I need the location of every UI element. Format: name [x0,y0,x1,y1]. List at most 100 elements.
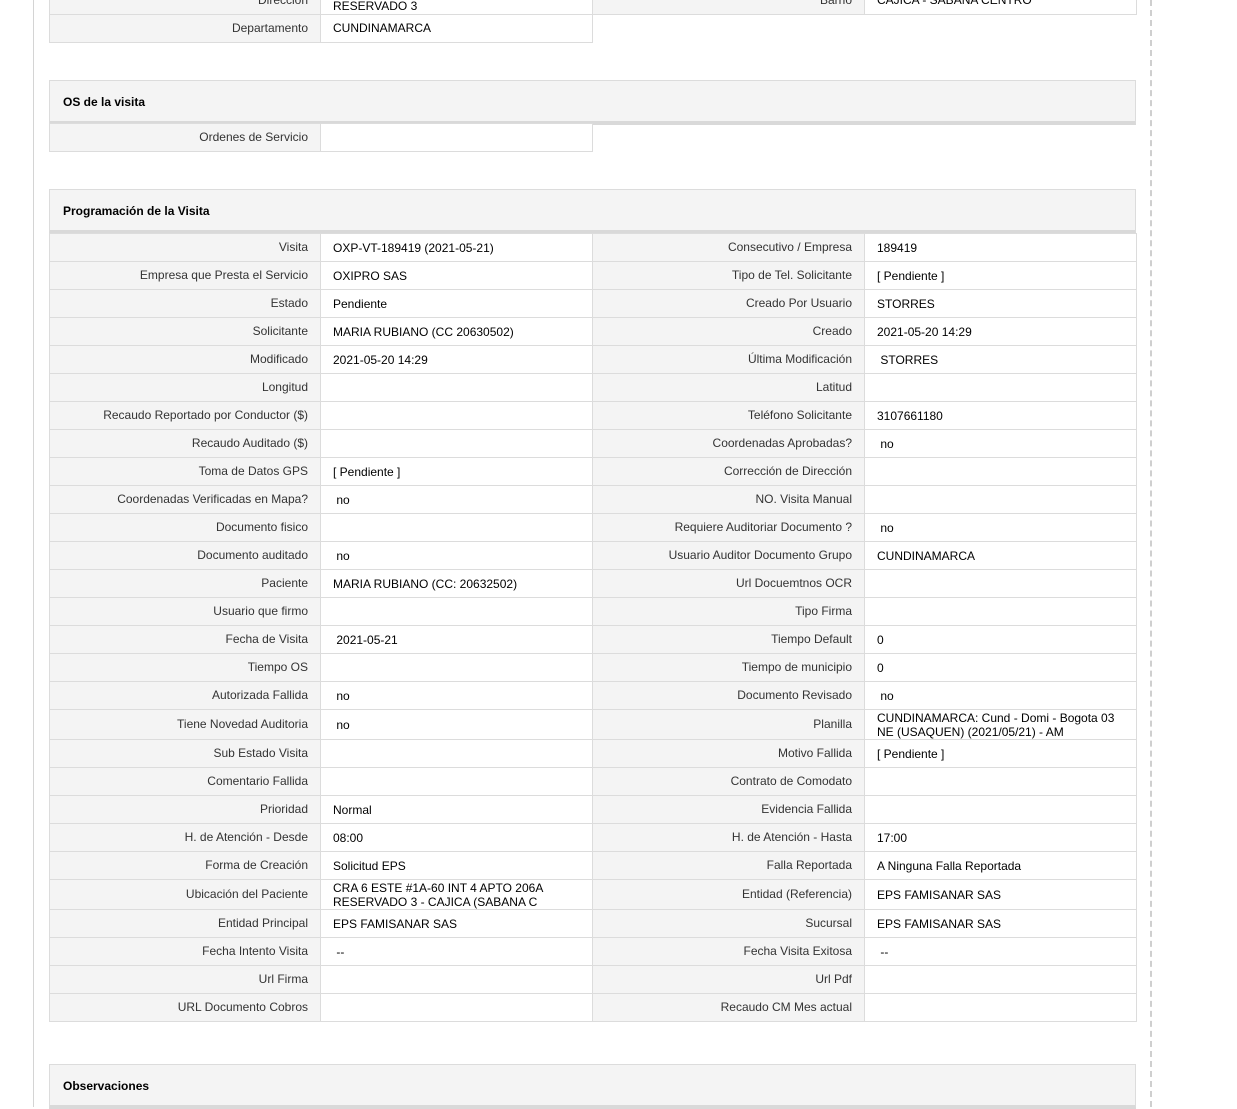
field-value: [ Pendiente ] [864,261,1137,290]
field-label: Sucursal [592,909,865,938]
field-value [320,401,593,430]
field-label: Tiempo de municipio [592,653,865,682]
field-label: Departamento [49,14,321,43]
field-value: CAJICA - SABANA CENTRO [864,0,1137,15]
field-value [320,597,593,626]
table-row: Url Firma Url Pdf [49,965,1137,994]
field-value: Pendiente [320,289,593,318]
field-label: Documento auditado [49,541,321,570]
field-label: URL Documento Cobros [49,993,321,1022]
table-row: Solicitante MARIA RUBIANO (CC 20630502) Cr… [49,317,1137,346]
content-left-border [33,0,34,1107]
field-value [864,457,1137,486]
field-value [864,767,1137,796]
table-row: Toma de Datos GPS[ Pendiente ] Corrección… [49,457,1137,486]
table-row: Estado Pendiente Creado Por Usuario STORRES [49,289,1137,318]
field-label: Empresa que Presta el Servicio [49,261,321,290]
field-label: Dirección [49,0,321,15]
os-table: Ordenes de Servicio [49,123,1137,152]
field-label: Contrato de Comodato [592,767,865,796]
field-label: Longitud [49,373,321,402]
table-row: Fecha de Visita 2021-05-21 Tiempo Default… [49,625,1137,654]
field-label: Ubicación del Paciente [49,879,321,910]
address-table: Dirección RESERVADO 3 Barrio CAJICA - SA… [49,0,1137,43]
field-value: no [320,681,593,710]
field-label: Sub Estado Visita [49,739,321,768]
field-value: Normal [320,795,593,824]
field-value: CUNDINAMARCA [320,14,593,43]
table-row: Entidad Principal EPS FAMISANAR SAS Sucurs… [49,909,1137,938]
field-value: STORRES [864,345,1137,374]
field-value: STORRES [864,289,1137,318]
field-label: Creado [592,317,865,346]
field-label: Tiene Novedad Auditoria [49,709,321,740]
field-value: [ Pendiente ] [320,457,593,486]
table-row: Ordenes de Servicio [49,123,1137,152]
field-label: Tipo Firma [592,597,865,626]
field-label: Latitud [592,373,865,402]
field-value [320,513,593,542]
table-row: Visita OXP-VT-189419 (2021-05-21) Consecut… [49,233,1137,262]
field-label: Forma de Creación [49,851,321,880]
field-label: Url Firma [49,965,321,994]
section-header-observaciones: Observaciones [49,1064,1136,1109]
field-value: no [320,709,593,740]
field-value: [ Pendiente ] [864,739,1137,768]
field-value: 189419 [864,233,1137,262]
field-value [320,739,593,768]
field-value: no [320,485,593,514]
field-label: Barrio [592,0,865,15]
field-value: EPS FAMISANAR SAS [864,909,1137,938]
field-label: Requiere Auditoriar Documento ? [592,513,865,542]
field-label: Falla Reportada [592,851,865,880]
field-value: 3107661180 [864,401,1137,430]
field-value: EPS FAMISANAR SAS [864,879,1137,910]
field-label: Url Pdf [592,965,865,994]
field-label: Comentario Fallida [49,767,321,796]
field-value: no [864,681,1137,710]
field-label: Paciente [49,569,321,598]
field-label: Última Modificación [592,345,865,374]
field-value: OXIPRO SAS [320,261,593,290]
field-label: Solicitante [49,317,321,346]
field-label: Modificado [49,345,321,374]
field-label: Evidencia Fallida [592,795,865,824]
field-label: Entidad (Referencia) [592,879,865,910]
table-row: Usuario que firmo Tipo Firma [49,597,1137,626]
field-label: Recaudo Auditado ($) [49,429,321,458]
table-row: Tiene Novedad Auditoria no Planilla CUNDIN… [49,709,1137,740]
field-value: no [320,541,593,570]
table-row: Paciente MARIA RUBIANO (CC: 20632502) Url … [49,569,1137,598]
table-row: Forma de Creación Solicitud EPS Falla Repo… [49,851,1137,880]
field-label: Fecha Visita Exitosa [592,937,865,966]
field-label: Coordenadas Verificadas en Mapa? [49,485,321,514]
section-header-programacion: Programación de la Visita [49,189,1136,234]
field-value [864,597,1137,626]
field-label: Entidad Principal [49,909,321,938]
field-value: no [864,429,1137,458]
programacion-table: Visita OXP-VT-189419 (2021-05-21) Consecut… [49,233,1137,1022]
table-row: Departamento CUNDINAMARCA [49,14,1137,43]
table-row: Documento fisico Requiere Auditoriar Docu… [49,513,1137,542]
table-row: Prioridad Normal Evidencia Fallida [49,795,1137,824]
field-label: H. de Atención - Hasta [592,823,865,852]
field-value [320,373,593,402]
field-label: Estado [49,289,321,318]
field-label: Tiempo Default [592,625,865,654]
field-label: Fecha de Visita [49,625,321,654]
field-value [864,569,1137,598]
field-value: 08:00 [320,823,593,852]
field-label: Recaudo CM Mes actual [592,993,865,1022]
field-label: Usuario Auditor Documento Grupo [592,541,865,570]
field-value: -- [864,937,1137,966]
field-value: 0 [864,653,1137,682]
section-header-os: OS de la visita [49,80,1136,125]
field-label: Url Docuemtnos OCR [592,569,865,598]
field-value: 2021-05-20 14:29 [864,317,1137,346]
table-row: URL Documento Cobros Recaudo CM Mes actua… [49,993,1137,1022]
field-label: Coordenadas Aprobadas? [592,429,865,458]
field-value: 0 [864,625,1137,654]
field-label: Autorizada Fallida [49,681,321,710]
table-row: H. de Atención - Desde 08:00 H. de Atenció… [49,823,1137,852]
field-label: Ordenes de Servicio [49,123,321,152]
